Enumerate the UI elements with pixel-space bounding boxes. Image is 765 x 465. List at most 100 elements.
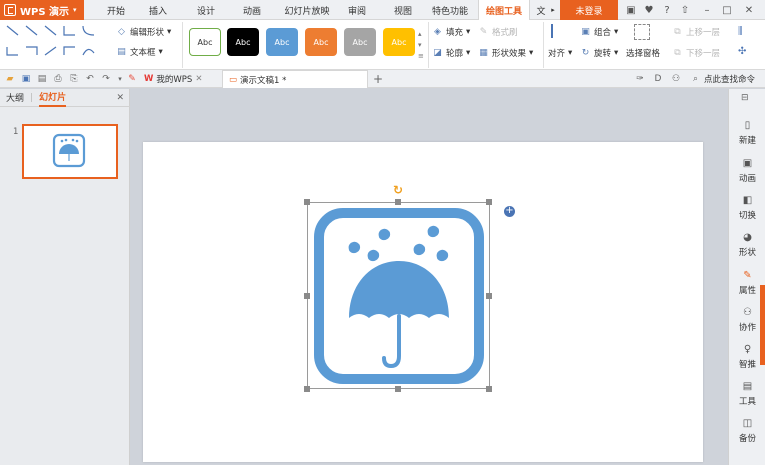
edit-shape-icon: ◇	[118, 27, 125, 37]
selection-pane-button[interactable]: 选择窗格	[626, 47, 660, 59]
ribbon-drawing-tools: ◇ 编辑形状 ▾ ▤ 文本框 ▾ Abc Abc Abc Abc Abc Abc…	[0, 20, 765, 70]
shirt-icon[interactable]: ♥	[642, 3, 656, 17]
text-box-button[interactable]: ▤ 文本框 ▾	[116, 46, 163, 58]
shape-style-2[interactable]: Abc	[227, 28, 259, 56]
slide-number: 1	[13, 127, 19, 137]
resize-handle-tl[interactable]	[304, 199, 310, 205]
tab-features[interactable]: 特色功能	[428, 0, 472, 20]
rotate-handle-icon[interactable]: ↻	[392, 184, 404, 196]
distribute-icon[interactable]: ⫼	[738, 26, 743, 37]
shape-style-4[interactable]: Abc	[305, 28, 337, 56]
minimize-icon[interactable]: –	[700, 3, 714, 17]
more-options-icon[interactable]: ✣	[738, 46, 746, 57]
outline-button[interactable]: ◪ 轮廓 ▾	[432, 47, 470, 59]
tab-view[interactable]: 视图	[386, 0, 420, 20]
print-preview-icon[interactable]: ▤	[36, 73, 48, 85]
undo-icon[interactable]: ↶	[84, 73, 96, 85]
add-effect-icon[interactable]: +	[504, 206, 515, 217]
rotate-button[interactable]: ↻ 旋转 ▾	[580, 47, 619, 59]
tab-outline[interactable]: 大纲	[6, 91, 24, 104]
close-icon[interactable]: ✕	[195, 74, 202, 84]
pen-icon[interactable]: ✑	[634, 73, 646, 85]
backup-icon: ◫	[742, 418, 753, 429]
tools-icon: ▤	[742, 381, 753, 392]
d-icon[interactable]: D	[652, 73, 664, 85]
app-menu-button[interactable]: WPS 演示 ▾	[0, 0, 84, 20]
panel-transition-button[interactable]: ◧ 切换	[729, 194, 765, 221]
new-icon: ▯	[744, 120, 751, 131]
export-icon[interactable]: ⎘	[68, 73, 80, 85]
shape-style-3[interactable]: Abc	[266, 28, 298, 56]
slide-thumbnail[interactable]	[22, 124, 118, 179]
shape-style-1[interactable]: Abc	[189, 28, 221, 56]
tab-home[interactable]: 开始	[98, 0, 134, 20]
format-painter-button[interactable]: ✎ 格式刷	[478, 26, 518, 38]
open-folder-icon[interactable]: ▰	[4, 73, 16, 85]
resize-handle-l[interactable]	[304, 293, 310, 299]
my-wps-tab[interactable]: W 我的WPS ✕	[138, 70, 208, 88]
recommend-icon: ♀	[743, 344, 752, 355]
shape-style-5[interactable]: Abc	[344, 28, 376, 56]
customize-chevron-icon[interactable]: ▾	[114, 73, 126, 85]
skin-icon[interactable]: ▣	[624, 3, 638, 17]
align-button[interactable]: 对齐 ▾	[548, 47, 572, 59]
redo-icon[interactable]: ↷	[100, 73, 112, 85]
find-command-box[interactable]: ⌕ 点此查找命令	[690, 73, 755, 85]
shape-style-6[interactable]: Abc	[383, 28, 415, 56]
panel-expand-handle[interactable]	[760, 285, 765, 365]
restore-icon[interactable]: □	[720, 3, 734, 17]
document-tab[interactable]: ▭ 演示文稿1 *	[222, 70, 368, 88]
panel-shape-button[interactable]: ◕ 形状	[729, 231, 765, 258]
fill-button[interactable]: ◈ 填充 ▾	[432, 26, 470, 38]
help-icon[interactable]: ?	[660, 3, 674, 17]
resize-handle-t[interactable]	[395, 199, 401, 205]
outline-icon: ◪	[433, 48, 442, 58]
login-button[interactable]: 未登录	[560, 0, 618, 20]
k-icon[interactable]: ⚇	[670, 73, 682, 85]
tab-drawing-tools[interactable]: 绘图工具	[478, 0, 530, 21]
tab-text-partial[interactable]: 文	[534, 0, 548, 20]
collapse-panel-icon[interactable]: ⊟	[741, 93, 749, 103]
tab-insert[interactable]: 插入	[140, 0, 176, 20]
panel-new-button[interactable]: ▯ 新建	[729, 119, 765, 146]
group-button[interactable]: ▣ 组合 ▾	[580, 26, 618, 38]
resize-handle-tr[interactable]	[486, 199, 492, 205]
chevron-down-icon: ▾	[529, 48, 534, 58]
right-task-panel: ⊟ ▯ 新建 ▣ 动画 ◧ 切换 ◕ 形状 ✎ 属性 ⚇ 协作 ♀ 智推 ▤ 工…	[728, 89, 765, 465]
transition-icon: ◧	[742, 195, 753, 206]
new-tab-icon[interactable]: +	[372, 72, 384, 86]
chevron-down-icon: ▾	[466, 48, 471, 58]
tab-more-icon[interactable]: ▸	[548, 0, 558, 20]
send-backward-icon: ⧉	[674, 48, 681, 58]
style-gallery-scroll[interactable]: ▴ ▾ ≡	[418, 30, 426, 60]
bring-forward-button[interactable]: ⧉ 上移一层	[672, 26, 720, 38]
resize-handle-bl[interactable]	[304, 386, 310, 392]
line-shapes-gallery[interactable]	[4, 23, 98, 67]
collab-icon: ⚇	[743, 307, 752, 318]
group-icon: ▣	[581, 27, 590, 37]
edit-shape-button[interactable]: ◇ 编辑形状 ▾	[116, 26, 171, 38]
resize-handle-b[interactable]	[395, 386, 401, 392]
tab-slideshow[interactable]: 幻灯片放映	[278, 0, 336, 20]
panel-backup-button[interactable]: ◫ 备份	[729, 417, 765, 444]
send-backward-button[interactable]: ⧉ 下移一层	[672, 47, 720, 59]
tab-review[interactable]: 审阅	[340, 0, 374, 20]
umbrella-rain-icon[interactable]	[311, 206, 487, 386]
panel-tools-button[interactable]: ▤ 工具	[729, 380, 765, 407]
slide-canvas[interactable]: ↻ +	[143, 142, 703, 462]
paint-bucket-icon: ◈	[434, 27, 441, 37]
resize-handle-br[interactable]	[486, 386, 492, 392]
brush-icon: ✎	[479, 27, 488, 37]
close-icon[interactable]: ✕	[742, 3, 756, 17]
panel-animation-button[interactable]: ▣ 动画	[729, 157, 765, 184]
pin-icon[interactable]: ✎	[126, 73, 138, 85]
close-icon[interactable]: ✕	[116, 93, 124, 103]
tab-slides[interactable]: 幻灯片	[39, 89, 67, 107]
upload-icon[interactable]: ⇧	[678, 3, 692, 17]
tab-design[interactable]: 设计	[188, 0, 224, 20]
print-icon[interactable]: ⎙	[52, 73, 64, 85]
save-icon[interactable]: ▣	[20, 73, 32, 85]
tab-animation[interactable]: 动画	[234, 0, 270, 20]
shape-effect-button[interactable]: ▦ 形状效果 ▾	[478, 47, 533, 59]
shape-icon: ◕	[743, 232, 752, 243]
